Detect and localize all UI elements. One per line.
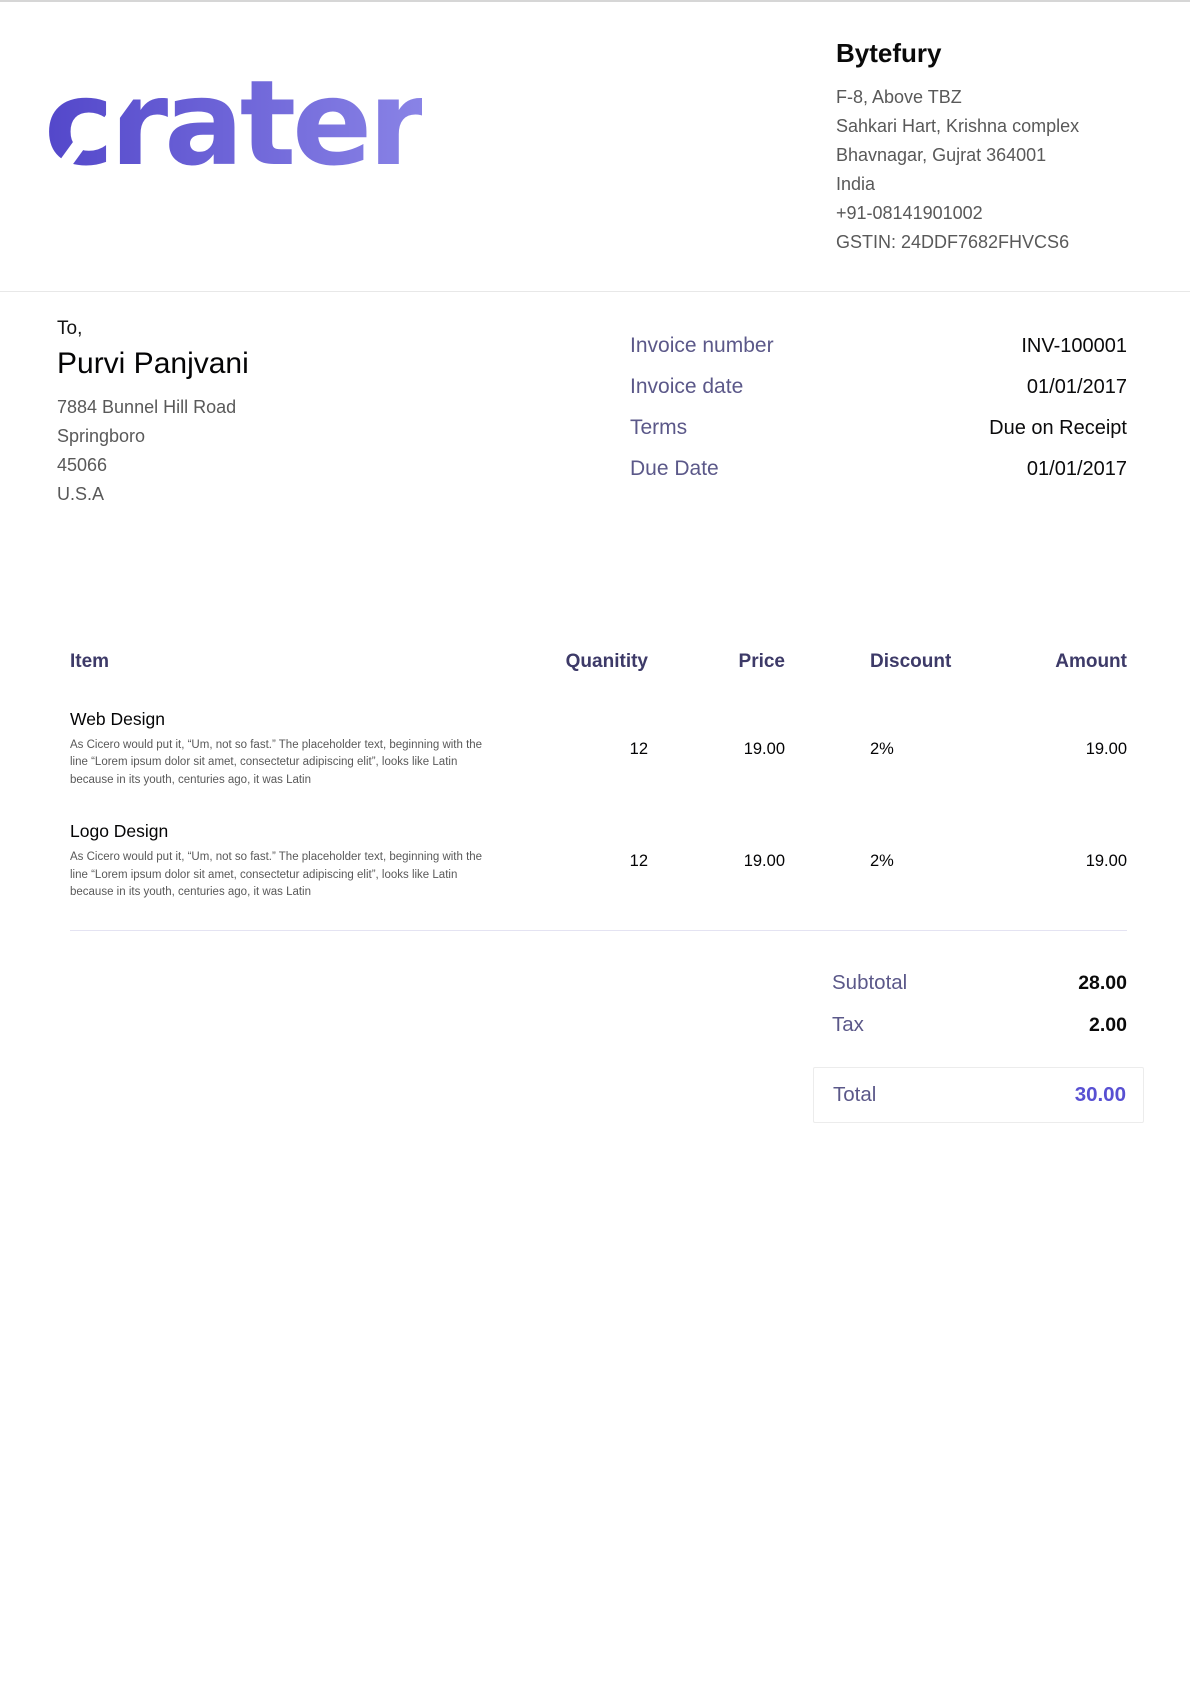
item-quantity: 12 — [510, 821, 648, 901]
due-date-row: Due Date 01/01/2017 — [630, 457, 1127, 481]
item-name: Logo Design — [70, 821, 510, 842]
invoice-number-row: Invoice number INV-100001 — [630, 334, 1127, 358]
table-row: Web Design As Cicero would put it, “Um, … — [70, 709, 1127, 789]
column-header-discount: Discount — [785, 651, 985, 673]
company-gstin: GSTIN: 24DDF7682FHVCS6 — [836, 228, 1138, 257]
tax-value: 2.00 — [1089, 1014, 1127, 1037]
items-table-header: Item Quanitity Price Discount Amount — [70, 651, 1127, 673]
company-name: Bytefury — [836, 38, 1138, 69]
table-row: Logo Design As Cicero would put it, “Um,… — [70, 821, 1127, 901]
terms-value: Due on Receipt — [989, 417, 1127, 440]
column-header-amount: Amount — [985, 651, 1127, 673]
due-date-label: Due Date — [630, 457, 719, 481]
terms-label: Terms — [630, 416, 687, 440]
tax-row: Tax 2.00 — [813, 1013, 1144, 1037]
total-value: 30.00 — [1075, 1083, 1126, 1107]
item-amount: 19.00 — [985, 821, 1127, 901]
customer-name: Purvi Panjvani — [57, 347, 249, 381]
invoice-date-value: 01/01/2017 — [1027, 376, 1127, 399]
company-address-line: India — [836, 170, 1138, 199]
company-address-line: F-8, Above TBZ — [836, 83, 1138, 112]
customer-address-line: 45066 — [57, 451, 249, 480]
tax-label: Tax — [832, 1013, 864, 1037]
customer-address-line: 7884 Bunnel Hill Road — [57, 393, 249, 422]
item-name: Web Design — [70, 709, 510, 730]
total-label: Total — [833, 1083, 876, 1107]
item-description: As Cicero would put it, “Um, not so fast… — [70, 737, 498, 789]
table-bottom-divider — [70, 930, 1127, 931]
column-header-item: Item — [70, 651, 510, 673]
column-header-price: Price — [648, 651, 785, 673]
item-price: 19.00 — [648, 821, 785, 901]
bill-to-block: To, Purvi Panjvani 7884 Bunnel Hill Road… — [57, 318, 249, 509]
invoice-date-row: Invoice date 01/01/2017 — [630, 375, 1127, 399]
items-table: Item Quanitity Price Discount Amount Web… — [70, 651, 1127, 931]
item-cell: Web Design As Cicero would put it, “Um, … — [70, 709, 510, 789]
item-description: As Cicero would put it, “Um, not so fast… — [70, 849, 498, 901]
item-discount: 2% — [785, 821, 985, 901]
company-phone: +91-08141901002 — [836, 199, 1138, 228]
company-info: Bytefury F-8, Above TBZ Sahkari Hart, Kr… — [836, 38, 1138, 257]
invoice-number-label: Invoice number — [630, 334, 774, 358]
subtotal-label: Subtotal — [832, 971, 907, 995]
invoice-page: crater Bytefury F-8, Above TBZ Sahkari H… — [0, 0, 1190, 1684]
totals-section: Subtotal 28.00 Tax 2.00 Total 30.00 — [813, 971, 1144, 1123]
total-box: Total 30.00 — [813, 1067, 1144, 1123]
subtotal-row: Subtotal 28.00 — [813, 971, 1144, 995]
due-date-value: 01/01/2017 — [1027, 458, 1127, 481]
item-quantity: 12 — [510, 709, 648, 789]
invoice-date-label: Invoice date — [630, 375, 743, 399]
subtotal-value: 28.00 — [1078, 972, 1127, 995]
item-discount: 2% — [785, 709, 985, 789]
terms-row: Terms Due on Receipt — [630, 416, 1127, 440]
company-address-line: Sahkari Hart, Krishna complex — [836, 112, 1138, 141]
billing-section: To, Purvi Panjvani 7884 Bunnel Hill Road… — [0, 292, 1190, 509]
customer-address-line: U.S.A — [57, 480, 249, 509]
item-cell: Logo Design As Cicero would put it, “Um,… — [70, 821, 510, 901]
customer-address-line: Springboro — [57, 422, 249, 451]
company-address-line: Bhavnagar, Gujrat 364001 — [836, 141, 1138, 170]
crater-logo: crater — [44, 64, 422, 182]
item-amount: 19.00 — [985, 709, 1127, 789]
invoice-meta: Invoice number INV-100001 Invoice date 0… — [630, 334, 1127, 509]
invoice-number-value: INV-100001 — [1021, 335, 1127, 358]
item-price: 19.00 — [648, 709, 785, 789]
column-header-quantity: Quanitity — [510, 651, 648, 673]
invoice-header: crater Bytefury F-8, Above TBZ Sahkari H… — [0, 2, 1190, 292]
bill-to-label: To, — [57, 318, 249, 340]
